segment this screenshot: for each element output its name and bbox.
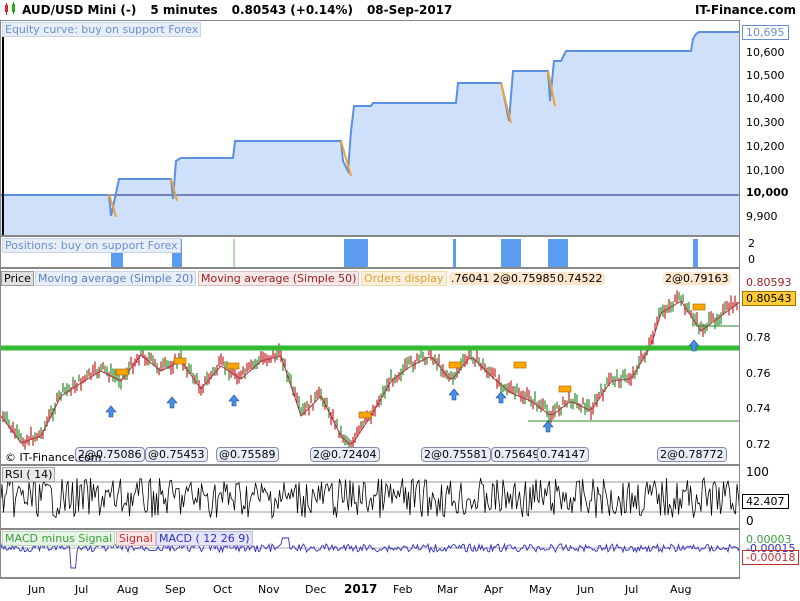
position-bar xyxy=(453,239,456,267)
last-price: 0.80543 xyxy=(231,3,287,17)
watermark: © IT-Finance.com xyxy=(5,451,102,464)
rsi-axis-label: 100 xyxy=(746,465,769,479)
order-marker xyxy=(558,385,572,393)
equity-panel[interactable]: Equity curve: buy on support Forex xyxy=(0,20,740,236)
rsi-current-value: 42.407 xyxy=(742,494,789,509)
positions-title[interactable]: Positions: buy on support Forex xyxy=(2,238,181,253)
price-axis-label: 0.72 xyxy=(746,438,771,451)
order-label: 2@0.72404 xyxy=(310,447,380,462)
time-axis-label: May xyxy=(529,583,552,596)
time-axis-label: Jul xyxy=(625,583,639,596)
price-panel[interactable]: Price Moving average (Simple 20) Moving … xyxy=(0,268,740,465)
equity-current-value: 10,695 xyxy=(742,25,789,40)
order-label: @0.75453 xyxy=(145,447,208,462)
ma20-legend[interactable]: Moving average (Simple 20) xyxy=(35,271,197,286)
equity-axis-label: 10,000 xyxy=(746,186,789,199)
macd-signal-legend[interactable]: Signal xyxy=(116,531,156,546)
time-axis-label: Mar xyxy=(437,583,458,596)
rsi-axis: 100 42.407 0 xyxy=(740,465,800,529)
time-axis-label: Oct xyxy=(213,583,233,596)
macd-panel[interactable]: MACD minus Signal Signal MACD ( 12 26 9) xyxy=(0,529,740,578)
time-axis-label: Apr xyxy=(484,583,504,596)
equity-axis-label: 10,400 xyxy=(746,92,785,105)
time-axis-label: Jun xyxy=(577,583,595,596)
order-label: 0.74522 xyxy=(555,272,605,285)
position-bar xyxy=(548,239,568,267)
order-label: 0.74147 xyxy=(537,447,589,462)
equity-title[interactable]: Equity curve: buy on support Forex xyxy=(2,22,202,37)
candles-icon xyxy=(3,1,19,19)
macd-axis: 0.00003 -0.00015 -0.00018 xyxy=(740,529,800,578)
order-marker xyxy=(692,303,706,311)
order-marker xyxy=(448,361,462,369)
timeframe-label[interactable]: 5 minutes xyxy=(150,3,217,17)
buy-arrow-icon xyxy=(495,391,507,404)
equity-axis-label: 10,300 xyxy=(746,116,785,129)
price-change: (+0.14%) xyxy=(290,3,353,17)
order-marker xyxy=(115,368,129,376)
positions-axis: 2 0 xyxy=(740,236,800,268)
price-axis-label: 0.78 xyxy=(746,331,771,344)
instrument-title[interactable]: AUD/USD Mini (-) xyxy=(22,3,136,17)
brand-label: IT-Finance.com xyxy=(694,3,796,17)
chart-date: 08-Sep-2017 xyxy=(366,3,453,17)
position-bar xyxy=(693,239,698,267)
equity-curve-chart xyxy=(1,31,739,235)
equity-axis[interactable]: 10,695 10,600 10,500 10,400 10,300 10,20… xyxy=(740,20,800,236)
equity-axis-label: 9,900 xyxy=(746,210,778,223)
time-axis-label: 2017 xyxy=(344,582,378,596)
equity-axis-label: 10,500 xyxy=(746,69,785,82)
chart-header: AUD/USD Mini (-) 5 minutes 0.80543 (+0.1… xyxy=(0,0,800,21)
positions-panel[interactable]: Positions: buy on support Forex xyxy=(0,236,740,268)
position-bar xyxy=(344,239,368,267)
rsi-chart xyxy=(1,476,739,519)
order-label: 2@0.78772 xyxy=(657,447,727,462)
time-axis-label: Feb xyxy=(393,583,413,596)
time-axis-label: Sep xyxy=(165,583,186,596)
order-label: 0.75649 xyxy=(491,447,543,462)
price-title[interactable]: Price xyxy=(1,271,34,286)
buy-arrow-icon xyxy=(228,394,240,407)
macd-minus-signal-legend[interactable]: MACD minus Signal xyxy=(2,531,116,546)
order-label: 2@0.75985 xyxy=(491,272,559,285)
orders-legend[interactable]: Orders display xyxy=(361,271,447,286)
order-marker xyxy=(513,361,527,369)
time-axis-label: Aug xyxy=(117,583,139,596)
positions-axis-label: 0 xyxy=(748,253,755,266)
macd-axis-label: -0.00018 xyxy=(742,550,800,565)
time-axis[interactable]: Jun Jul Aug Sep Oct Nov Dec 2017 Feb Mar Apr May Jun… xyxy=(0,578,740,601)
order-label: .76041 xyxy=(449,272,492,285)
price-chart xyxy=(1,290,739,452)
buy-arrow-icon xyxy=(105,405,117,418)
order-marker xyxy=(173,357,187,365)
price-current-value: 0.80543 xyxy=(742,291,796,306)
buy-arrow-icon xyxy=(166,396,178,409)
macd-legend[interactable]: MACD ( 12 26 9) xyxy=(156,531,253,546)
equity-axis-label: 10,100 xyxy=(746,164,785,177)
rsi-title[interactable]: RSI ( 14) xyxy=(2,467,56,482)
equity-axis-label: 10,200 xyxy=(746,140,785,153)
ma50-legend[interactable]: Moving average (Simple 50) xyxy=(198,271,360,286)
order-label: @0.75589 xyxy=(216,447,279,462)
position-bar xyxy=(501,239,521,267)
order-label: 2@0.75581 xyxy=(421,447,491,462)
price-axis-label: 0.76 xyxy=(746,367,771,380)
order-label: 2@0.79163 xyxy=(663,272,731,285)
price-axis-label: 0.80593 xyxy=(746,276,792,289)
equity-axis-label: 10,600 xyxy=(746,46,785,59)
time-axis-label: Aug xyxy=(670,583,692,596)
price-axis-label: 0.74 xyxy=(746,402,771,415)
positions-axis-label: 2 xyxy=(748,237,755,250)
rsi-panel[interactable]: RSI ( 14) xyxy=(0,465,740,529)
time-axis-label: Nov xyxy=(258,583,280,596)
time-axis-label: Dec xyxy=(305,583,327,596)
price-axis[interactable]: 0.80593 0.80543 0.78 0.76 0.74 0.72 xyxy=(740,268,800,465)
time-axis-label: Jun xyxy=(28,583,46,596)
order-marker xyxy=(226,362,240,370)
buy-arrow-icon xyxy=(448,388,460,401)
rsi-axis-label: 0 xyxy=(746,514,754,528)
time-axis-label: Jul xyxy=(75,583,89,596)
order-marker xyxy=(358,411,372,419)
